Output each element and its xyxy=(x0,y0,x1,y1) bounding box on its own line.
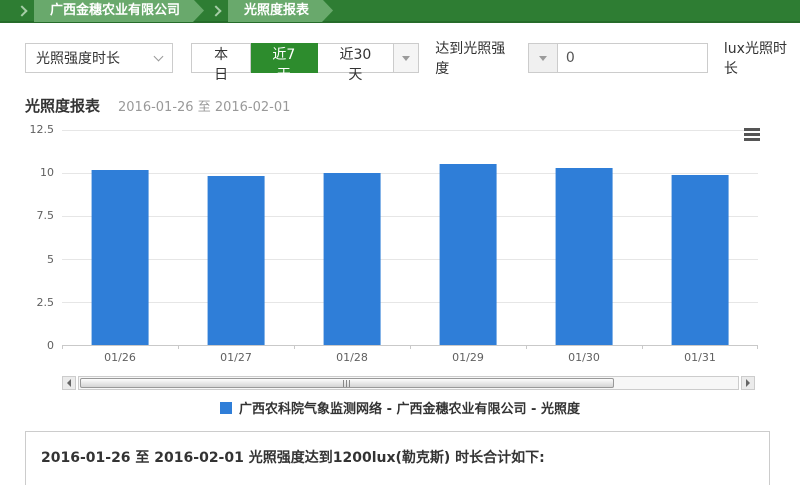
breadcrumb-item-report[interactable]: 光照度报表 xyxy=(228,0,333,22)
chart-legend[interactable]: 广西农科院气象监测网络 - 广西金穗农业有限公司 - 光照度 xyxy=(0,398,800,417)
y-axis-tick-label: 10 xyxy=(40,166,54,179)
bar-column: 01/29 xyxy=(410,130,526,345)
axis-tick xyxy=(178,345,179,349)
bar[interactable] xyxy=(92,170,149,345)
breadcrumb-item-label: 光照度报表 xyxy=(244,3,309,18)
axis-tick xyxy=(294,345,295,349)
bar[interactable] xyxy=(324,173,381,345)
threshold-input[interactable] xyxy=(558,43,708,73)
y-axis-tick-label: 0 xyxy=(47,339,54,352)
y-axis-tick-label: 5 xyxy=(47,253,54,266)
scrollbar-right-arrow[interactable] xyxy=(741,376,755,390)
bar-column: 01/30 xyxy=(526,130,642,345)
range-more-dropdown-button[interactable] xyxy=(394,43,419,73)
plot-area: 01/2601/2701/2801/2901/3001/31 xyxy=(62,130,758,346)
axis-tick xyxy=(526,345,527,349)
bar[interactable] xyxy=(440,164,497,345)
breadcrumb-item-company[interactable]: 广西金穗农业有限公司 xyxy=(34,0,204,22)
legend-label: 广西农科院气象监测网络 - 广西金穗农业有限公司 - 光照度 xyxy=(239,398,580,417)
chevron-right-icon xyxy=(16,5,27,16)
filter-bar: 光照强度时长 本日 近7天 近30天 达到光照强度 lux光照时长 xyxy=(25,43,800,73)
y-axis-tick-label: 7.5 xyxy=(37,209,55,222)
scrollbar-track[interactable] xyxy=(78,376,739,390)
scrollbar-left-arrow[interactable] xyxy=(62,376,76,390)
export-menu-icon[interactable] xyxy=(744,128,760,143)
axis-tick xyxy=(642,345,643,349)
y-axis-labels: 02.557.51012.5 xyxy=(28,130,58,346)
bar[interactable] xyxy=(672,175,729,345)
metric-select[interactable]: 光照强度时长 xyxy=(25,43,173,73)
x-axis-label: 01/27 xyxy=(178,351,294,364)
scrollbar-grip-icon xyxy=(343,380,350,387)
page: 广西金穗农业有限公司 光照度报表 光照强度时长 本日 近7天 近30天 达到光照… xyxy=(0,0,800,485)
breadcrumb-item-label: 广西金穗农业有限公司 xyxy=(50,3,180,18)
x-axis-label: 01/26 xyxy=(62,351,178,364)
axis-tick xyxy=(757,345,758,349)
date-range: 2016-01-26 至 2016-02-01 xyxy=(118,96,290,115)
chevron-right-icon xyxy=(210,5,221,16)
x-axis-label: 01/28 xyxy=(294,351,410,364)
x-axis-label: 01/30 xyxy=(526,351,642,364)
bar-column: 01/28 xyxy=(294,130,410,345)
bar[interactable] xyxy=(208,176,265,345)
unit-label: lux光照时长 xyxy=(724,38,800,78)
axis-tick xyxy=(410,345,411,349)
y-axis-tick-label: 2.5 xyxy=(37,296,55,309)
range-button-group: 本日 近7天 近30天 xyxy=(191,43,419,73)
metric-select-value: 光照强度时长 xyxy=(36,48,120,68)
page-title: 光照度报表 xyxy=(25,95,100,116)
light-intensity-chart: 0 2.5 5 7.5 10 12.5 01/2601/2701/2801/2901/30… xyxy=(28,120,772,368)
breadcrumb: 广西金穗农业有限公司 光照度报表 xyxy=(0,0,800,23)
legend-swatch-icon xyxy=(220,402,232,414)
y-axis-tick-label: 12.5 xyxy=(30,123,55,136)
caret-down-icon xyxy=(402,56,410,61)
axis-tick xyxy=(62,345,63,349)
triangle-right-icon xyxy=(746,379,750,387)
range-7days-button[interactable]: 近7天 xyxy=(251,43,318,73)
title-row: 光照度报表 2016-01-26 至 2016-02-01 xyxy=(25,95,800,116)
bar[interactable] xyxy=(556,168,613,345)
summary-heading: 2016-01-26 至 2016-02-01 光照强度达到1200lux(勒克… xyxy=(41,447,754,467)
chart-scrollbar xyxy=(62,376,755,390)
range-today-button[interactable]: 本日 xyxy=(191,43,250,73)
reach-intensity-label: 达到光照强度 xyxy=(435,38,518,78)
range-30days-button[interactable]: 近30天 xyxy=(318,43,394,73)
triangle-left-icon xyxy=(67,379,71,387)
scrollbar-thumb[interactable] xyxy=(80,378,614,388)
threshold-dropdown-button[interactable] xyxy=(528,43,558,73)
bar-column: 01/31 xyxy=(642,130,758,345)
bar-column: 01/27 xyxy=(178,130,294,345)
summary-box: 2016-01-26 至 2016-02-01 光照强度达到1200lux(勒克… xyxy=(25,431,770,485)
x-axis-label: 01/29 xyxy=(410,351,526,364)
caret-down-icon xyxy=(539,56,547,61)
bar-columns: 01/2601/2701/2801/2901/3001/31 xyxy=(62,130,758,345)
bar-column: 01/26 xyxy=(62,130,178,345)
x-axis-label: 01/31 xyxy=(642,351,758,364)
chevron-down-icon xyxy=(154,51,164,61)
